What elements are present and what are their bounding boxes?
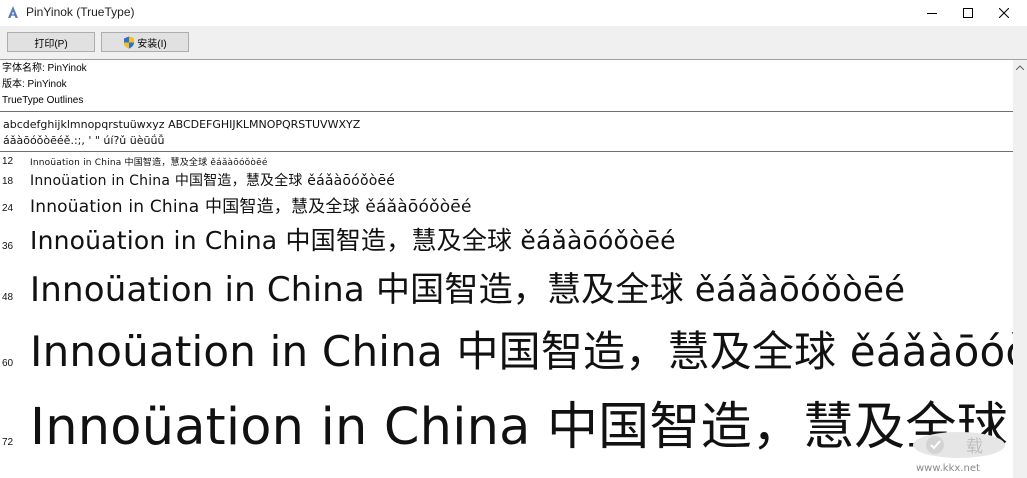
sample-text: Innoüation in China 中国智造，慧及全球 ěáǎàōóǒòēé <box>30 226 676 255</box>
watermark: 载 www.kkx.net <box>910 430 1010 476</box>
charset-line-2: áǎàōóǒòēéě.:;, ' " úí?ǔ üèūǘǚ <box>3 134 165 147</box>
size-label: 60 <box>2 358 14 369</box>
print-button-label: 打印(P) <box>34 38 68 50</box>
watermark-url: www.kkx.net <box>916 463 980 474</box>
size-label: 48 <box>2 292 14 303</box>
shield-icon <box>124 36 135 48</box>
chevron-up-icon <box>1016 64 1024 70</box>
size-label: 36 <box>2 241 14 252</box>
divider <box>0 151 1013 152</box>
maximize-button[interactable] <box>950 0 986 25</box>
watermark-logo-icon: 载 <box>913 432 1005 458</box>
font-name-line: 字体名称: PinYinok <box>2 63 87 74</box>
scroll-up-button[interactable] <box>1013 60 1027 74</box>
window-title: PinYinok (TrueType) <box>26 5 135 19</box>
sample-text: Innoüation in China 中国智造，慧及全球 ěáǎàōóǒòēé <box>30 173 396 189</box>
size-label: 24 <box>2 203 14 214</box>
sample-text: Innoüation in China 中国智造，慧及全球 ěáǎàōóǒòēé <box>30 270 906 310</box>
font-type-line: TrueType Outlines <box>2 95 84 106</box>
sample-row-36: 36 Innoüation in China 中国智造，慧及全球 ěáǎàōóǒ… <box>0 221 1013 259</box>
size-label: 12 <box>2 156 14 167</box>
size-label: 72 <box>2 437 14 448</box>
watermark-badge-text: 载 <box>966 437 983 457</box>
minimize-button[interactable] <box>914 0 950 25</box>
font-version-line: 版本: PinYinok <box>2 79 67 90</box>
maximize-icon <box>963 7 973 18</box>
sample-row-60: 60 Innoüation in China 中国智造，慧及全球 ěáǎàōóǒ… <box>0 318 1013 378</box>
close-button[interactable] <box>986 0 1022 25</box>
size-label: 18 <box>2 176 14 187</box>
toolbar: 打印(P) 安装(I) <box>0 26 1027 60</box>
print-button[interactable]: 打印(P) <box>7 32 95 52</box>
sample-text: Innoüation in China 中国智造，慧及全球 ěáǎàōóǒòēé <box>30 197 472 217</box>
minimize-icon <box>927 12 937 14</box>
sample-row-72: 72 Innoüation in China 中国智造，慧及全球 ěáǎàōóǒ… <box>0 385 1013 460</box>
sample-row-12: 12 Innoüation in China 中国智造，慧及全球 ěáǎàōóǒ… <box>0 154 1013 168</box>
sample-text: Innoüation in China 中国智造，慧及全球 ěáǎàōóǒòēé <box>30 398 1013 457</box>
install-button[interactable]: 安装(I) <box>101 32 189 52</box>
vertical-scrollbar[interactable] <box>1013 60 1027 478</box>
install-button-label: 安装(I) <box>137 38 167 50</box>
charset-line-1: abcdefghijklmnopqrstuüwxyz ABCDEFGHIJKLM… <box>3 118 361 131</box>
sample-text: Innoüation in China 中国智造，慧及全球 ěáǎàōóǒòēé <box>30 327 1013 376</box>
close-icon <box>999 7 1009 18</box>
sample-row-18: 18 Innoüation in China 中国智造，慧及全球 ěáǎàōóǒ… <box>0 170 1013 190</box>
font-preview-pane: 字体名称: PinYinok 版本: PinYinok TrueType Out… <box>0 60 1013 478</box>
sample-row-24: 24 Innoüation in China 中国智造，慧及全球 ěáǎàōóǒ… <box>0 192 1013 218</box>
divider <box>0 111 1013 112</box>
title-bar: PinYinok (TrueType) <box>0 0 1027 25</box>
sample-text: Innoüation in China 中国智造，慧及全球 ěáǎàōóǒòēé <box>30 158 268 168</box>
sample-row-48: 48 Innoüation in China 中国智造，慧及全球 ěáǎàōóǒ… <box>0 262 1013 312</box>
font-app-icon <box>8 6 18 18</box>
